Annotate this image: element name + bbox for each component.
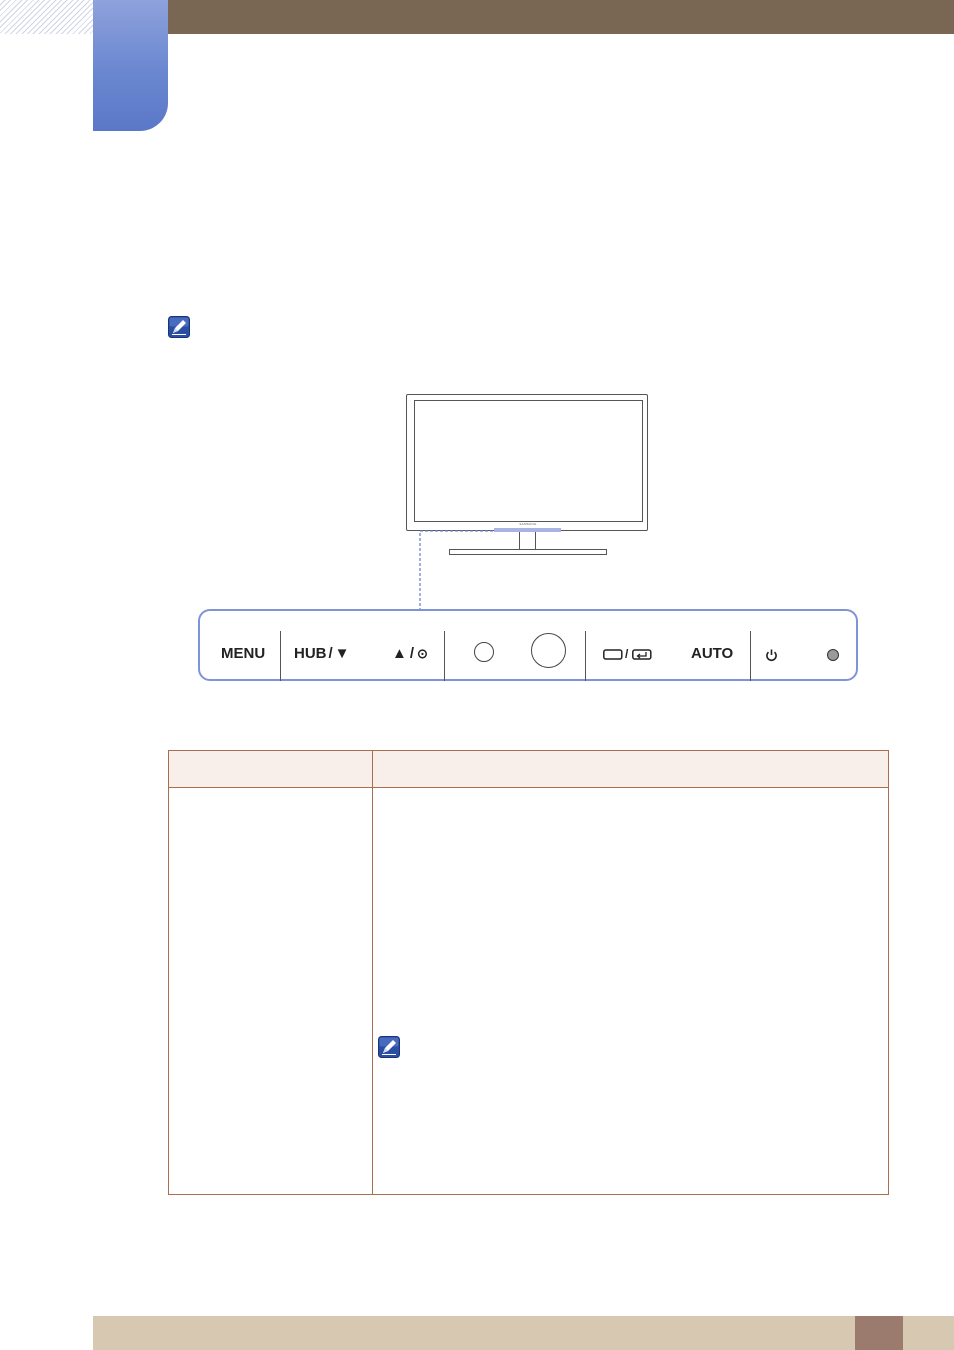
large-round-button[interactable] xyxy=(531,633,566,668)
auto-button-label[interactable]: AUTO xyxy=(691,645,733,662)
table-body-row xyxy=(168,787,889,1195)
up-arrow-icon: ▲ xyxy=(392,645,407,662)
power-indicator-led xyxy=(827,649,839,661)
source-separator: / xyxy=(625,647,629,661)
table-header-row xyxy=(168,750,889,788)
hub-down-button-label[interactable]: HUB / ▼ xyxy=(294,645,350,662)
callout-dashed-line xyxy=(419,530,494,611)
header-bar xyxy=(168,0,954,34)
up-separator: / xyxy=(409,645,415,662)
small-round-button[interactable] xyxy=(474,642,494,662)
panel-divider xyxy=(280,631,281,681)
hub-separator: / xyxy=(328,645,333,662)
footer-bar xyxy=(93,1316,954,1350)
note-pencil-icon xyxy=(378,1036,400,1058)
menu-button-label[interactable]: MENU xyxy=(221,645,265,662)
enter-icon xyxy=(632,649,652,660)
monitor-neck xyxy=(519,532,536,550)
page-number-block xyxy=(855,1316,903,1350)
monitor-screen xyxy=(414,400,643,522)
header-hatch-pattern xyxy=(0,0,93,34)
monitor-brand: SAMSUNG xyxy=(519,522,537,526)
hub-label: HUB xyxy=(294,645,327,662)
table-column-divider xyxy=(372,750,373,1195)
source-enter-button[interactable]: / xyxy=(603,647,655,661)
panel-divider xyxy=(750,631,751,681)
power-icon[interactable] xyxy=(765,648,778,662)
up-brightness-button-label[interactable]: ▲ / ⊙ xyxy=(392,645,428,662)
brightness-icon: ⊙ xyxy=(417,646,428,661)
panel-divider xyxy=(585,631,586,681)
source-icon xyxy=(603,649,623,660)
panel-divider xyxy=(444,631,445,681)
down-arrow-icon: ▼ xyxy=(334,645,350,662)
chapter-tab xyxy=(93,0,168,131)
note-pencil-icon xyxy=(168,316,190,338)
